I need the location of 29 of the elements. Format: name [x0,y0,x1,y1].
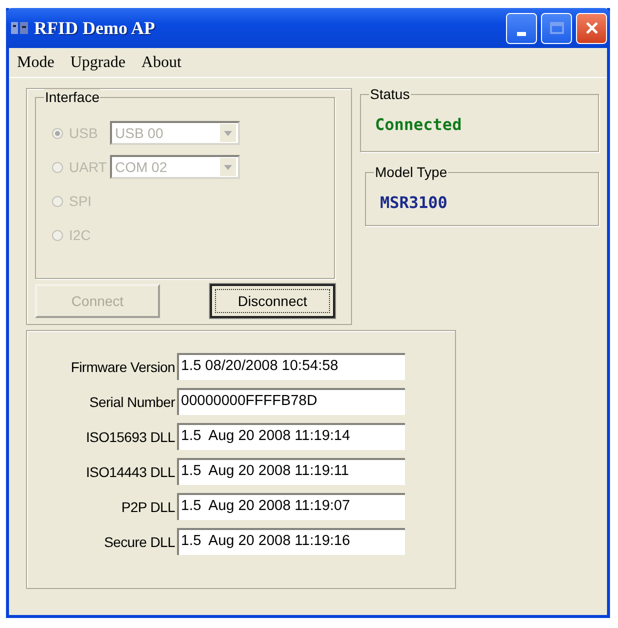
field-label: Secure DLL [103,534,176,550]
group-label: Model Type [374,164,448,180]
field-label: ISO15693 DLL [84,428,176,444]
minimize-icon [517,32,526,36]
menu-item[interactable]: Upgrade [70,54,126,72]
menu-item[interactable]: Mode [17,54,54,72]
push-button[interactable]: Disconnect [210,284,335,318]
field-label: P2P DLL [120,498,176,514]
input-field[interactable]: 1.5 Aug 20 2008 11:19:16 [177,528,405,555]
field-label: Firmware Version [70,358,176,374]
group-label: Status [369,86,411,102]
close-button[interactable] [576,12,607,44]
app-icon [10,20,30,36]
close-icon [584,21,598,35]
input-field[interactable]: 1.5 Aug 20 2008 11:19:07 [177,493,405,520]
minimize-button[interactable] [506,12,537,44]
input-field[interactable]: 1.5 08/20/2008 10:54:58 [177,353,405,380]
value-text: MSR3100 [380,193,448,212]
group-label: Interface [44,89,100,105]
field-label: ISO14443 DLL [84,464,176,480]
input-field[interactable]: 00000000FFFFB78D [177,388,405,415]
input-field[interactable]: 1.5 Aug 20 2008 11:19:11 [177,458,405,485]
menu-item[interactable]: About [141,54,182,72]
input-field[interactable]: 1.5 Aug 20 2008 11:19:14 [177,423,405,450]
maximize-icon [550,22,564,34]
maximize-button[interactable] [541,12,572,44]
value-text: Connected [375,115,463,134]
field-label: Serial Number [88,394,176,410]
window-title: RFID Demo AP [34,18,155,38]
